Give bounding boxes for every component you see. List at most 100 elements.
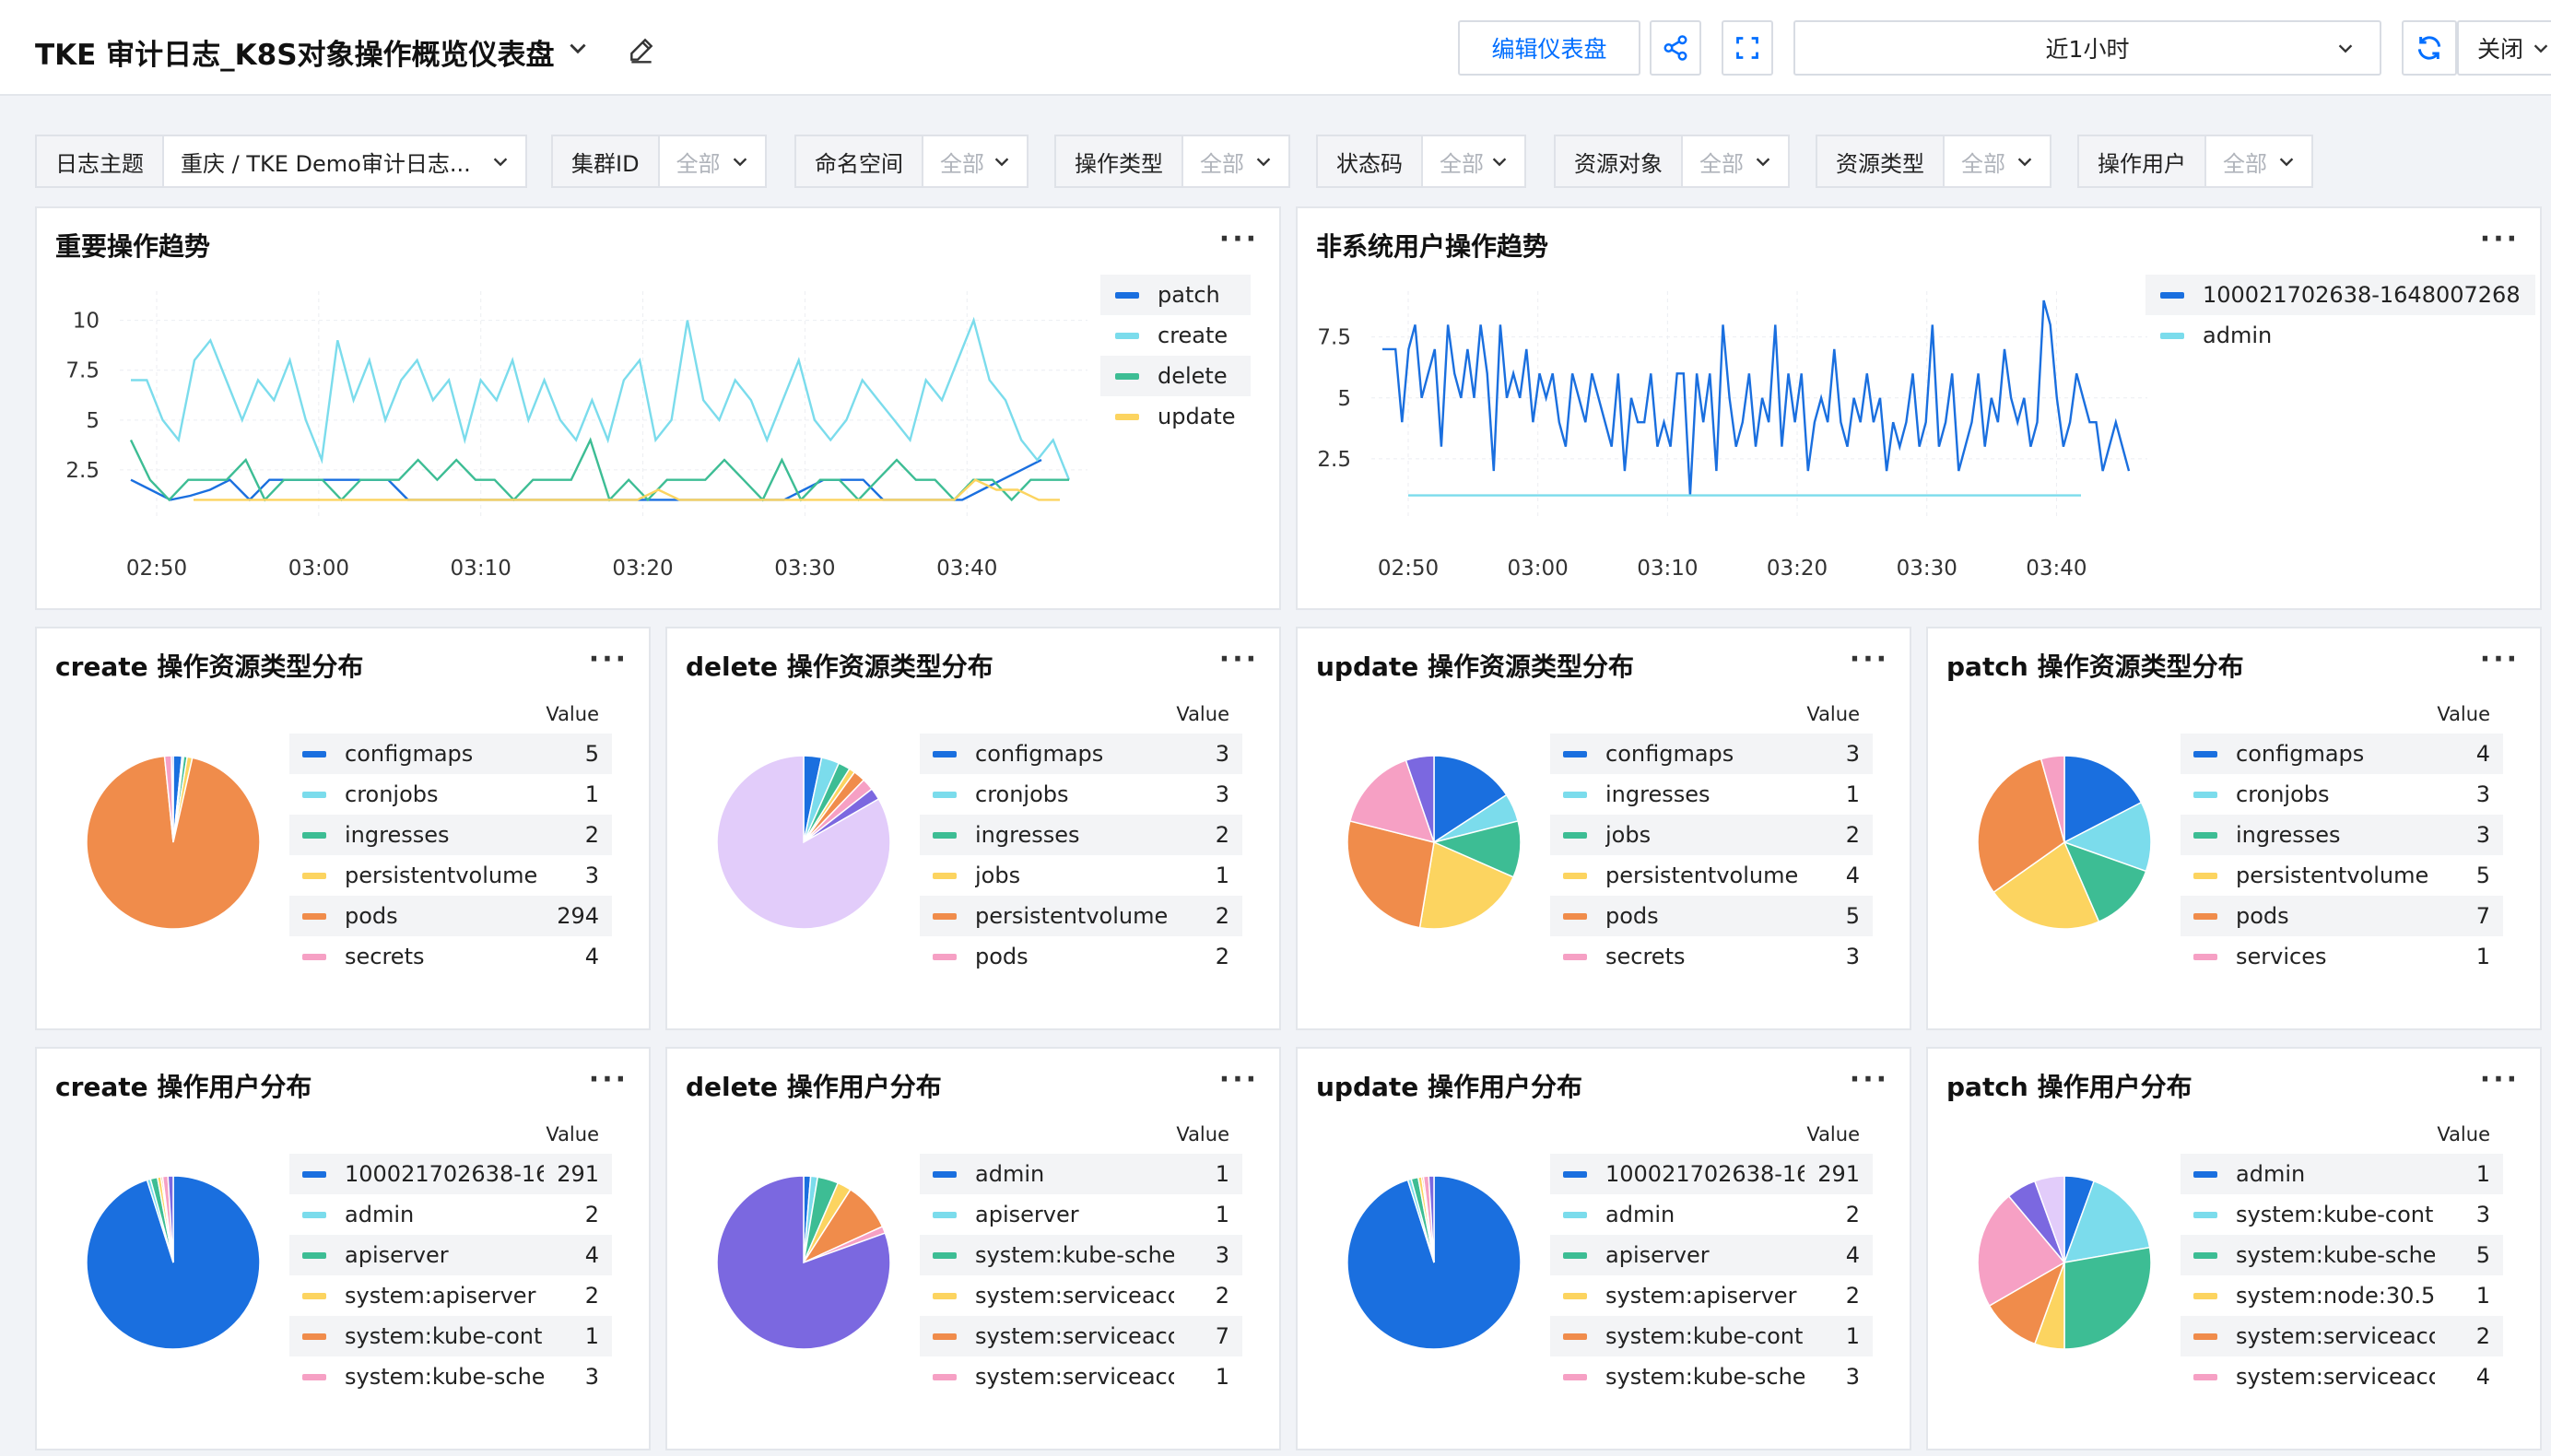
legend-row[interactable]: system:serviceaccount 4 [2181, 1356, 2503, 1393]
more-menu-icon[interactable]: ··· [1850, 1063, 1889, 1096]
legend-row[interactable]: cronjobs 1 [289, 774, 612, 815]
legend-row[interactable]: system:kube-controller-manager 3 [2181, 1194, 2503, 1235]
legend-label: apiserver [975, 1202, 1079, 1227]
legend-row[interactable]: pods 7 [2181, 896, 2503, 936]
more-menu-icon[interactable]: ··· [1219, 223, 1259, 255]
legend-row[interactable]: apiserver 1 [920, 1194, 1242, 1235]
chevron-down-icon [493, 158, 508, 167]
auto-refresh-select[interactable]: 关闭 [2457, 20, 2551, 76]
chevron-down-icon[interactable] [566, 37, 590, 61]
fullscreen-button[interactable] [1722, 20, 1773, 76]
legend-row[interactable]: jobs 1 [920, 855, 1242, 896]
filter-value[interactable]: 全部 [2206, 136, 2311, 186]
legend-row[interactable]: system:kube-scheduler 3 [289, 1356, 612, 1393]
filter-value[interactable]: 全部 [923, 136, 1027, 186]
filter-operation-type[interactable]: 操作类型 全部 [1054, 135, 1290, 188]
more-menu-icon[interactable]: ··· [1219, 1063, 1259, 1096]
filter-log-topic[interactable]: 日志主题 重庆 / TKE Demo审计日志... [35, 135, 527, 188]
legend-row[interactable]: admin 1 [920, 1154, 1242, 1194]
legend-row[interactable]: system:serviceaccount 7 [920, 1316, 1242, 1356]
legend-row[interactable]: system:node:30.5 1 [2181, 1275, 2503, 1316]
legend-row[interactable]: cronjobs 3 [920, 774, 1242, 815]
filter-operation-user[interactable]: 操作用户 全部 [2077, 135, 2313, 188]
legend-row[interactable]: system:serviceaccount 2 [2181, 1316, 2503, 1356]
filter-value[interactable]: 重庆 / TKE Demo审计日志... [164, 136, 525, 186]
more-menu-icon[interactable]: ··· [2480, 1063, 2520, 1096]
legend-item[interactable]: delete [1100, 356, 1251, 396]
legend-row[interactable]: persistentvolume 4 [1550, 855, 1873, 896]
legend-item[interactable]: 100021702638-1648007268 [2145, 275, 2535, 315]
legend-row[interactable]: persistentvolume 5 [2181, 855, 2503, 896]
legend-item[interactable]: admin [2145, 315, 2535, 356]
legend-row[interactable]: apiserver 4 [289, 1235, 612, 1275]
more-menu-icon[interactable]: ··· [1850, 643, 1889, 675]
legend-row[interactable]: system:kube-scheduler 3 [920, 1235, 1242, 1275]
legend-row[interactable]: system:serviceaccount 2 [920, 1275, 1242, 1316]
legend-row[interactable]: jobs 2 [1550, 815, 1873, 855]
legend-value: 3 [584, 1364, 599, 1390]
legend-row[interactable]: system:kube-scheduler 3 [1550, 1356, 1873, 1393]
legend-row[interactable]: secrets 4 [289, 936, 612, 973]
filter-value[interactable]: 全部 [1183, 136, 1288, 186]
edit-dashboard-button[interactable]: 编辑仪表盘 [1458, 20, 1640, 76]
legend-row[interactable]: admin 1 [2181, 1154, 2503, 1194]
legend-row[interactable]: configmaps 3 [920, 734, 1242, 774]
filter-value[interactable]: 全部 [1423, 136, 1524, 186]
filter-status-code[interactable]: 状态码 全部 [1316, 135, 1526, 188]
series-line-patch[interactable] [130, 459, 1042, 502]
update-user-panel: update 操作用户分布 ··· Value100021702638-1648… [1296, 1047, 1911, 1450]
legend-row[interactable]: configmaps 3 [1550, 734, 1873, 774]
legend-row[interactable]: system:serviceaccount 1 [920, 1356, 1242, 1393]
legend-swatch [933, 872, 957, 879]
legend-row[interactable]: 100021702638-1648007268 291 [289, 1154, 612, 1194]
legend-row[interactable]: system:kube-controller-manager 1 [289, 1316, 612, 1356]
more-menu-icon[interactable]: ··· [2480, 643, 2520, 675]
filter-resource-object[interactable]: 资源对象 全部 [1554, 135, 1790, 188]
legend-label: system:kube-controller-manager [345, 1323, 544, 1349]
legend-row[interactable]: ingresses 1 [1550, 774, 1873, 815]
legend-row[interactable]: secrets 3 [1550, 936, 1873, 973]
legend-item[interactable]: patch [1100, 275, 1251, 315]
legend-row[interactable]: system:kube-scheduler 5 [2181, 1235, 2503, 1275]
legend-row[interactable]: pods 5 [1550, 896, 1873, 936]
more-menu-icon[interactable]: ··· [589, 1063, 629, 1096]
refresh-button[interactable] [2402, 20, 2457, 76]
legend-row[interactable]: cronjobs 3 [2181, 774, 2503, 815]
legend-row[interactable]: pods 294 [289, 896, 612, 936]
legend-row[interactable]: admin 2 [289, 1194, 612, 1235]
legend-row[interactable]: system:apiserver 2 [1550, 1275, 1873, 1316]
filter-namespace[interactable]: 命名空间 全部 [794, 135, 1029, 188]
legend-row[interactable]: persistentvolume 3 [289, 855, 612, 896]
series-line-create[interactable] [131, 316, 1071, 481]
legend-row[interactable]: ingresses 2 [920, 815, 1242, 855]
legend-row[interactable]: persistentvolume 2 [920, 896, 1242, 936]
more-menu-icon[interactable]: ··· [589, 643, 629, 675]
filter-value[interactable]: 全部 [1945, 136, 2050, 186]
filter-value[interactable]: 全部 [1683, 136, 1788, 186]
legend-row[interactable]: configmaps 4 [2181, 734, 2503, 774]
legend-row[interactable]: configmaps 5 [289, 734, 612, 774]
pencil-icon[interactable] [627, 35, 656, 65]
series-line-delete[interactable] [129, 437, 1069, 502]
filter-value[interactable]: 全部 [660, 136, 765, 186]
legend-row[interactable]: services 1 [2181, 936, 2503, 973]
legend-row[interactable]: system:kube-controller-manager 1 [1550, 1316, 1873, 1356]
share-button[interactable] [1650, 20, 1701, 76]
legend-row[interactable]: pods 2 [920, 936, 1242, 973]
legend-row[interactable]: 100021702638-1648007268 291 [1550, 1154, 1873, 1194]
legend-value: 2 [1215, 944, 1229, 969]
legend-row[interactable]: apiserver 4 [1550, 1235, 1873, 1275]
more-menu-icon[interactable]: ··· [2480, 223, 2520, 255]
legend-row[interactable]: system:apiserver 2 [289, 1275, 612, 1316]
filter-resource-type[interactable]: 资源类型 全部 [1816, 135, 2051, 188]
filter-cluster-id[interactable]: 集群ID 全部 [551, 135, 767, 188]
time-range-select[interactable]: 近1小时 [1793, 20, 2381, 76]
legend-item[interactable]: update [1100, 396, 1251, 437]
legend-item[interactable]: create [1100, 315, 1251, 356]
legend-row[interactable]: admin 2 [1550, 1194, 1873, 1235]
more-menu-icon[interactable]: ··· [1219, 643, 1259, 675]
legend-row[interactable]: ingresses 3 [2181, 815, 2503, 855]
filter-label: 日志主题 [37, 136, 164, 186]
pie-slice[interactable] [2063, 1246, 2152, 1350]
legend-row[interactable]: ingresses 2 [289, 815, 612, 855]
